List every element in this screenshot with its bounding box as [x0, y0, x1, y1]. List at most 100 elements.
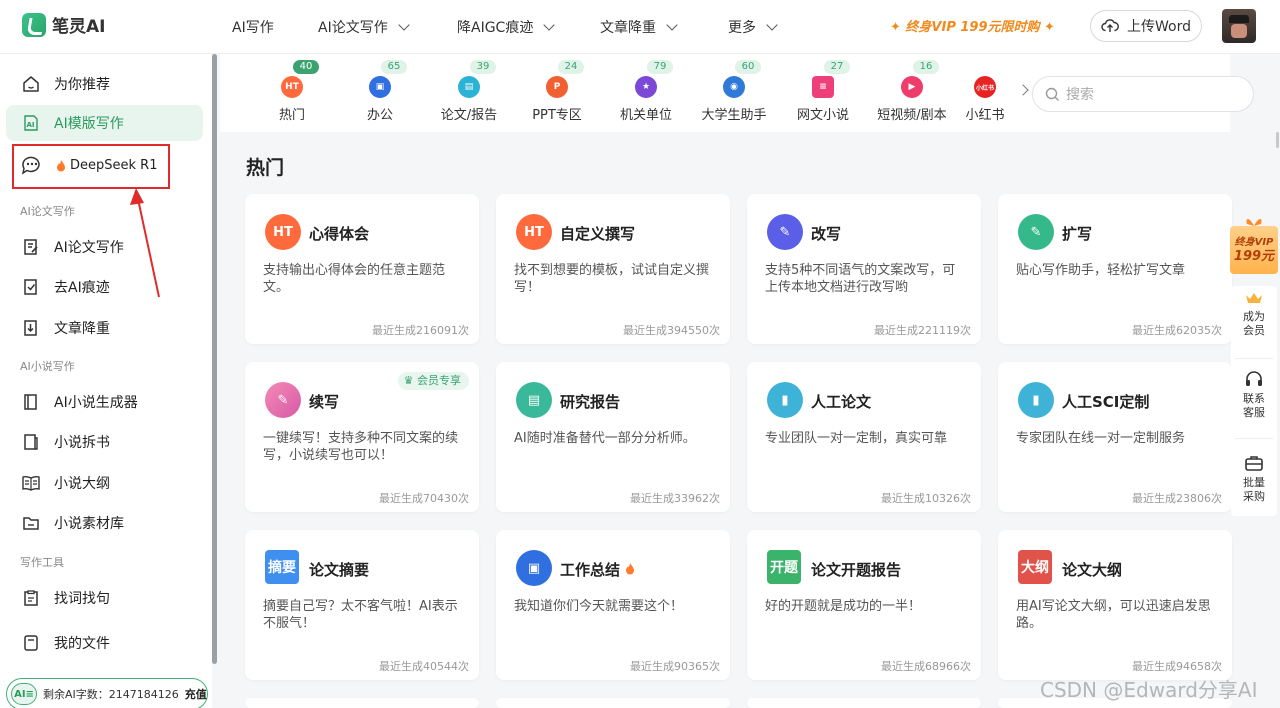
category-label: 大学生助手	[701, 108, 767, 123]
nav-more[interactable]: 更多	[728, 17, 778, 37]
template-card[interactable]: ▤ 研究报告 AI随时准备替代一部分分析师。 最近生成33962次	[496, 362, 730, 512]
member-badge-label: 会员专享	[417, 374, 461, 387]
template-card[interactable]: HT 自定义撰写 找不到想要的模板，试试自定义撰写！ 最近生成394550次	[496, 194, 730, 344]
category-hot[interactable]: 40 HT 热门	[247, 60, 337, 126]
sidebar-item-ai-template[interactable]: AI AI模版写作	[6, 105, 203, 141]
home-icon	[20, 73, 42, 95]
document-edit-icon	[20, 236, 42, 258]
avatar[interactable]	[1222, 9, 1256, 43]
sidebar-item-novel-materials[interactable]: 小说素材库	[6, 505, 203, 541]
card-title: 论文摘要	[309, 561, 370, 579]
sidebar-item-novel-generator[interactable]: AI小说生成器	[6, 384, 203, 420]
book-open-icon	[20, 431, 42, 453]
category-count: 24	[558, 60, 584, 74]
become-member-label: 成为会员	[1243, 310, 1265, 337]
sidebar-scrollbar[interactable]	[212, 54, 217, 664]
template-card[interactable]: ♛ 会员专享 ✎ 续写 一键续写！支持多种不同文案的续写，小说续写也可以！ 最近…	[245, 362, 479, 512]
sidebar-item-recommend[interactable]: 为你推荐	[6, 66, 203, 102]
sidebar-item-label: 我的文件	[54, 636, 110, 652]
card-title: 改写	[811, 225, 842, 243]
sidebar-item-my-files[interactable]: 我的文件	[6, 625, 203, 661]
nav-ai-paper[interactable]: AI论文写作	[318, 17, 410, 37]
vip-float-badge[interactable]: 终身VIP 199元	[1230, 212, 1278, 274]
cloud-upload-icon	[1101, 19, 1119, 32]
template-card[interactable]: HT 心得体会 支持输出心得体会的任意主题范文。 最近生成216091次	[245, 194, 479, 344]
template-card[interactable]	[747, 698, 981, 708]
annotation-arrow-icon	[130, 188, 160, 298]
card-usage: 最近生成90365次	[630, 660, 720, 673]
card-desc: 我知道你们今天就需要这个！	[514, 599, 684, 614]
page-scrollbar[interactable]	[1276, 132, 1279, 148]
section-title-tools: 写作工具	[20, 556, 64, 569]
sidebar-item-novel-outline[interactable]: 小说大纲	[6, 465, 203, 501]
vip-float-line2: 199元	[1233, 249, 1275, 264]
vip-promo-link[interactable]: ✦ 终身VIP 199元限时购 ✦	[890, 16, 1055, 35]
sidebar-item-remove-ai[interactable]: 去AI痕迹	[6, 269, 203, 305]
nav-reduce-aigc[interactable]: 降AIGC痕迹	[457, 17, 556, 37]
card-desc: 好的开题就是成功的一半！	[765, 599, 922, 614]
category-label: 小红书	[965, 108, 1005, 123]
nav-dedupe[interactable]: 文章降重	[600, 17, 678, 37]
template-card[interactable]: ✎ 扩写 贴心写作助手，轻松扩写文章 最近生成62035次	[998, 194, 1232, 344]
card-usage: 最近生成70430次	[379, 492, 469, 505]
category-label: 办公	[366, 108, 393, 123]
category-count: 39	[470, 60, 496, 74]
category-label: 热门	[278, 108, 305, 123]
brand-logo[interactable]: 笔灵AI	[22, 12, 105, 37]
ai-credits-bar: AI≡ 剩余AI字数： 2147184126 充值	[6, 678, 208, 708]
category-label: 机关单位	[619, 108, 672, 123]
vip-float-line1: 终身VIP	[1234, 237, 1274, 248]
category-government[interactable]: 79 ★ 机关单位	[601, 60, 691, 126]
category-xiaohongshu[interactable]: 小红书 小红书	[955, 60, 1015, 126]
template-card[interactable]: ▮ 人工SCI定制 专家团队在线一对一定制服务 最近生成23806次	[998, 362, 1232, 512]
template-card[interactable]: 大纲 论文大纲 用AI写论文大纲，可以迅速启发思路。 最近生成94658次	[998, 530, 1232, 680]
template-card[interactable]: 摘要 论文摘要 摘要自己写？太不客气啦！AI表示不服气！ 最近生成40544次	[245, 530, 479, 680]
bulk-purchase-label: 批量采购	[1243, 476, 1265, 503]
template-card[interactable]	[496, 698, 730, 708]
flame-icon	[626, 563, 635, 575]
card-desc: 专家团队在线一对一定制服务	[1016, 431, 1186, 446]
divider	[1235, 438, 1273, 439]
search-input[interactable]: 搜索	[1032, 76, 1254, 112]
category-web-novel[interactable]: 27 ≡ 网文小说	[778, 60, 868, 126]
template-card[interactable]	[245, 698, 479, 708]
category-short-video[interactable]: 16 ▶ 短视频/剧本	[867, 60, 957, 126]
template-card[interactable]: ✎ 改写 支持5种不同语气的文案改写，可上传本地文档进行改写哟 最近生成2211…	[747, 194, 981, 344]
bulk-purchase-button[interactable]: 批量采购	[1231, 454, 1277, 504]
proposal-icon: 开题	[767, 550, 801, 584]
upload-label: 上传Word	[1127, 19, 1191, 35]
template-card[interactable]: ▮ 人工论文 专业团队一对一定制，真实可靠 最近生成10326次	[747, 362, 981, 512]
category-paper-report[interactable]: 39 ▤ 论文/报告	[424, 60, 514, 126]
card-usage: 最近生成221119次	[874, 324, 971, 337]
highlight-box	[12, 144, 170, 189]
card-title: 论文大纲	[1062, 561, 1123, 579]
sidebar-item-novel-breakdown[interactable]: 小说拆书	[6, 424, 203, 460]
nav-ai-writing[interactable]: AI写作	[232, 17, 274, 37]
card-desc: AI随时准备替代一部分分析师。	[514, 431, 696, 446]
briefcase-icon	[1245, 456, 1263, 471]
template-card[interactable]: ▣ 工作总结 我知道你们今天就需要这个！ 最近生成90365次	[496, 530, 730, 680]
card-title: 人工论文	[811, 393, 872, 411]
hot-icon: HT	[516, 214, 552, 250]
become-member-button[interactable]: 成为会员	[1231, 290, 1277, 338]
nav-label: 降AIGC痕迹	[457, 20, 534, 36]
recharge-button[interactable]: 充值	[185, 686, 207, 702]
category-count: 79	[647, 60, 673, 74]
category-label: 论文/报告	[440, 108, 498, 123]
category-ppt[interactable]: 24 P PPT专区	[512, 60, 602, 126]
card-title-text: 工作总结	[560, 561, 621, 579]
card-desc: 贴心写作助手，轻松扩写文章	[1016, 263, 1186, 278]
category-student[interactable]: 60 ◉ 大学生助手	[689, 60, 779, 126]
video-icon: ▶	[901, 76, 923, 98]
contact-support-button[interactable]: 联系客服	[1231, 370, 1277, 420]
template-card[interactable]: 开题 论文开题报告 好的开题就是成功的一半！ 最近生成68966次	[747, 530, 981, 680]
card-desc: 一键续写！支持多种不同文案的续写，小说续写也可以！	[263, 431, 459, 463]
card-usage: 最近生成10326次	[881, 492, 971, 505]
card-usage: 最近生成394550次	[623, 324, 720, 337]
upload-word-button[interactable]: 上传Word	[1090, 10, 1202, 42]
sidebar-item-word-finder[interactable]: 找词找句	[6, 580, 203, 616]
sidebar-item-dedupe[interactable]: 文章降重	[6, 310, 203, 346]
section-title-ai-novel: AI小说写作	[20, 360, 75, 373]
sidebar-item-ai-paper[interactable]: AI论文写作	[6, 229, 203, 265]
category-office[interactable]: 65 ▣ 办公	[335, 60, 425, 126]
